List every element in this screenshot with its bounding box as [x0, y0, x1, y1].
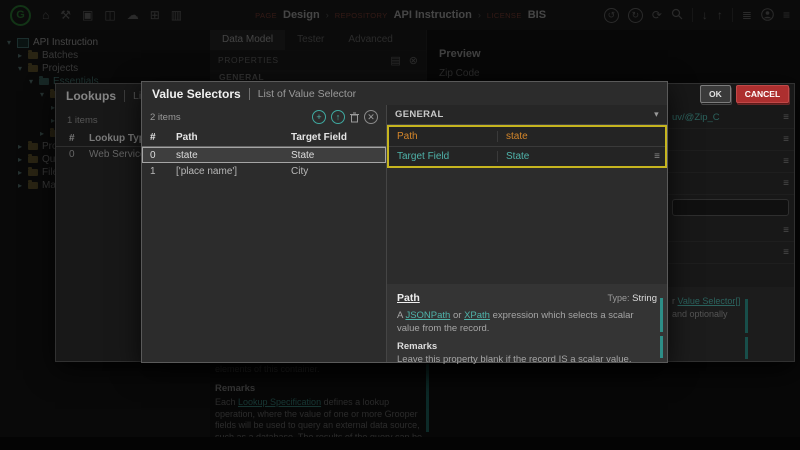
type-value: String	[632, 293, 657, 304]
column-path: Path	[176, 132, 291, 143]
property-value[interactable]: State	[497, 151, 649, 162]
column-num: #	[150, 132, 176, 143]
value-selector-list: 2 items + ↑ ✕ # Path Target Field	[142, 105, 387, 362]
general-section-header[interactable]: GENERAL ▾	[387, 105, 667, 125]
delete-item-icon[interactable]	[350, 112, 359, 123]
row-target: City	[291, 166, 386, 177]
move-up-icon[interactable]: ↑	[331, 110, 345, 124]
remarks-body: Leave this property blank if the record …	[397, 354, 657, 367]
property-panel: GENERAL ▾ Path state Target Field State …	[387, 105, 667, 362]
row-path: state	[176, 150, 291, 161]
highlighted-property-group: Path state Target Field State ≡	[387, 125, 667, 168]
value-selectors-dialog-header: Value Selectors List of Value Selector	[142, 82, 667, 105]
help-scrollbar[interactable]	[660, 298, 663, 332]
clear-list-icon[interactable]: ✕	[364, 110, 378, 124]
row-target: State	[291, 150, 386, 161]
title-divider	[249, 88, 250, 100]
remarks-heading: Remarks	[397, 341, 657, 354]
property-help-pane: Path Type: String A JSONPath or XPath ex…	[387, 284, 667, 362]
property-value[interactable]: state	[497, 131, 649, 142]
value-selectors-dialog: Value Selectors List of Value Selector 2…	[141, 81, 668, 363]
help-title: Path	[397, 291, 420, 305]
row-menu-icon[interactable]: ≡	[649, 152, 665, 162]
property-row-path[interactable]: Path state	[389, 127, 665, 146]
help-scrollbar[interactable]	[660, 336, 663, 358]
jsonpath-link[interactable]: JSONPath	[405, 310, 450, 321]
row-num: 0	[150, 150, 176, 161]
general-label: GENERAL	[395, 109, 444, 120]
property-row-target-field[interactable]: Target Field State ≡	[389, 146, 665, 166]
list-toolbar: 2 items + ↑ ✕	[142, 105, 386, 129]
app-window: G ⌂ ⚒ ▣ ◫ ☁ ⊞ ▥ PAGE Design › REPOSITORY…	[0, 0, 800, 450]
cancel-button[interactable]: CANCEL	[736, 85, 789, 103]
column-target-field: Target Field	[291, 132, 386, 143]
property-label: Target Field	[389, 151, 497, 162]
item-count: 2 items	[150, 112, 181, 123]
value-selectors-dialog-subtitle: List of Value Selector	[258, 88, 356, 100]
property-label: Path	[389, 131, 497, 142]
help-body: A JSONPath or XPath expression which sel…	[397, 310, 657, 336]
list-column-headers: # Path Target Field	[142, 129, 386, 147]
type-label: Type:	[608, 293, 630, 303]
dialog-action-buttons: OK CANCEL	[700, 85, 789, 103]
value-selectors-dialog-title: Value Selectors	[152, 87, 241, 101]
row-path: ['place name']	[176, 166, 291, 177]
xpath-link[interactable]: XPath	[464, 310, 490, 321]
value-selector-row[interactable]: 1 ['place name'] City	[142, 163, 386, 179]
add-item-icon[interactable]: +	[312, 110, 326, 124]
value-selector-row[interactable]: 0 state State	[142, 147, 386, 163]
chevron-down-icon[interactable]: ▾	[654, 109, 659, 120]
ok-button[interactable]: OK	[700, 85, 731, 103]
row-num: 1	[150, 166, 176, 177]
